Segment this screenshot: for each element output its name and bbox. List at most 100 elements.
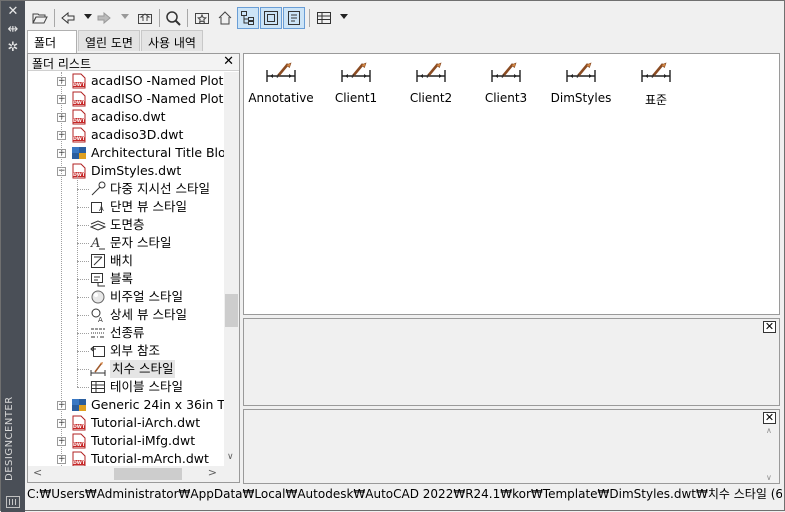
dimension-style-icon <box>619 62 693 88</box>
preview-toggle-button[interactable] <box>260 7 282 29</box>
tree-item-label: 비주얼 스타일 <box>110 289 183 304</box>
visual-style-icon <box>90 289 106 305</box>
scroll-left-icon[interactable]: < <box>33 466 42 479</box>
close-icon[interactable]: ✕ <box>223 55 234 68</box>
svg-text:A: A <box>90 236 100 251</box>
tree-item[interactable]: 비주얼 스타일 <box>28 288 224 306</box>
close-icon[interactable]: ✕ <box>763 321 776 333</box>
tree-item[interactable]: 배치 <box>28 252 224 270</box>
tree-item[interactable]: + DWT Tutorial-iMfg.dwt <box>28 432 224 450</box>
close-icon[interactable]: ✕ <box>5 5 21 19</box>
section-view-style-icon: A <box>90 199 106 215</box>
favorites-icon <box>195 13 209 24</box>
tree-item[interactable]: 블록 <box>28 270 224 288</box>
tree-item[interactable]: 외부 참조 <box>28 342 224 360</box>
content-item-label: Client3 <box>484 91 528 105</box>
palette-titlebar[interactable]: ✕ ⇹ ✲ DESIGNCENTER <box>1 1 25 512</box>
svg-text:DWT: DWT <box>73 424 86 430</box>
content-item[interactable]: DimStyles <box>544 62 618 118</box>
folder-list-title: 폴더 리스트 <box>32 57 92 71</box>
tree-item[interactable]: 도면층 <box>28 216 224 234</box>
dwt-file-icon: DWT <box>71 109 87 125</box>
tree-item-label: 블록 <box>110 271 134 286</box>
back-dropdown-icon[interactable] <box>84 14 92 19</box>
tab-open-drawings[interactable]: 열린 도면 <box>78 30 140 51</box>
dwt-file-icon: DWT <box>71 415 87 431</box>
content-item[interactable]: Client2 <box>394 62 468 118</box>
linetype-icon <box>90 325 106 341</box>
tree-item[interactable]: 테이블 스타일 <box>28 378 224 396</box>
tab-folders[interactable]: 폴더 <box>27 30 77 53</box>
scroll-thumb[interactable] <box>114 468 182 480</box>
back-button[interactable] <box>57 7 79 29</box>
views-dropdown-icon[interactable] <box>340 14 348 19</box>
tree-item[interactable]: − DWT DimStyles.dwt <box>28 162 224 180</box>
tree-item-label: Architectural Title Block. <box>91 145 224 160</box>
grip-icon[interactable] <box>6 496 20 508</box>
load-button[interactable] <box>29 7 51 29</box>
text-style-icon: A <box>90 235 106 251</box>
scroll-right-icon[interactable]: > <box>208 466 217 479</box>
content-item[interactable]: Client3 <box>469 62 543 118</box>
multileader-style-icon <box>90 181 106 197</box>
tree-view-toggle-button[interactable] <box>237 7 259 29</box>
scroll-thumb[interactable] <box>225 294 238 327</box>
tree-item-label: acadISO -Named Plot St <box>91 91 224 106</box>
tree-item[interactable]: + DWT Tutorial-mArch.dwt <box>28 450 224 466</box>
close-icon[interactable]: ✕ <box>763 412 776 424</box>
properties-icon[interactable]: ✲ <box>5 41 21 55</box>
dimension-style-icon <box>90 361 106 377</box>
folder-list-pane: 폴더 리스트 ✕ +DWTacadISO -Named Plot St +DWTa… <box>27 53 240 483</box>
tree-item[interactable]: +DWTacadISO -Named Plot St <box>28 72 224 90</box>
tree-item[interactable]: +Architectural Title Block. <box>28 144 224 162</box>
tree-vertical-scrollbar[interactable]: ∨ <box>224 72 239 466</box>
description-toggle-button[interactable] <box>283 7 305 29</box>
content-item-label: Client1 <box>334 91 378 105</box>
dwt-file-icon: DWT <box>71 91 87 107</box>
scroll-down-icon[interactable]: ∨ <box>766 473 772 482</box>
scroll-up-icon[interactable]: ∧ <box>766 426 772 435</box>
tree-item[interactable]: +DWTacadISO -Named Plot St <box>28 90 224 108</box>
forward-dropdown-icon[interactable] <box>121 14 129 19</box>
content-item-label: 표준 <box>644 93 668 107</box>
search-button[interactable] <box>162 7 184 29</box>
tree-item[interactable]: + DWT acadiso3D.dwt <box>28 126 224 144</box>
description-icon <box>288 11 300 25</box>
svg-text:DWT: DWT <box>73 136 86 142</box>
tree-item[interactable]: + DWT acadiso.dwt <box>28 108 224 126</box>
tree-item[interactable]: 선종류 <box>28 324 224 342</box>
content-item-label: DimStyles <box>550 91 612 105</box>
favorites-button[interactable] <box>191 7 213 29</box>
description-scrollbar[interactable]: ∧ ∨ <box>763 426 777 482</box>
tree-item[interactable]: 치수 스타일 <box>28 360 224 378</box>
tree-horizontal-scrollbar[interactable]: < > <box>28 466 239 482</box>
tree-item[interactable]: A 단면 뷰 스타일 <box>28 198 224 216</box>
tree-item[interactable]: 다중 지시선 스타일 <box>28 180 224 198</box>
views-button[interactable] <box>313 7 335 29</box>
folder-tree[interactable]: +DWTacadISO -Named Plot St+DWTacadISO -N… <box>28 72 224 466</box>
tree-item[interactable]: +Generic 24in x 36in Title <box>28 396 224 414</box>
description-pane: ✕ ∧ ∨ <box>243 409 780 484</box>
tree-item-label: acadiso.dwt <box>91 109 166 124</box>
autohide-icon[interactable]: ⇹ <box>5 23 21 37</box>
svg-text:DWT: DWT <box>73 172 86 178</box>
tree-item[interactable]: A 상세 뷰 스타일 <box>28 306 224 324</box>
content-item[interactable]: 표준 <box>619 62 693 118</box>
tree-item[interactable]: A 문자 스타일 <box>28 234 224 252</box>
tree-item-label: 다중 지시선 스타일 <box>110 181 210 196</box>
content-item[interactable]: Client1 <box>319 62 393 118</box>
up-button[interactable] <box>134 7 156 29</box>
preview-pane: ✕ <box>243 318 780 406</box>
scroll-down-icon[interactable]: ∨ <box>227 452 234 462</box>
content-item[interactable]: Annotative <box>244 62 318 118</box>
folder-list-header: 폴더 리스트 ✕ <box>28 54 239 71</box>
tree-item[interactable]: + DWT Tutorial-iArch.dwt <box>28 414 224 432</box>
folder-up-icon <box>138 13 152 24</box>
forward-button[interactable] <box>93 7 115 29</box>
content-area[interactable]: Annotative Client1 Client2 Client3 DimStyles… <box>243 53 780 315</box>
home-button[interactable] <box>214 7 236 29</box>
dwt-file-icon: DWT <box>71 73 87 89</box>
tab-history[interactable]: 사용 내역 <box>141 30 203 51</box>
forward-arrow-icon <box>97 11 111 25</box>
tree-item-label: 도면층 <box>110 217 145 232</box>
